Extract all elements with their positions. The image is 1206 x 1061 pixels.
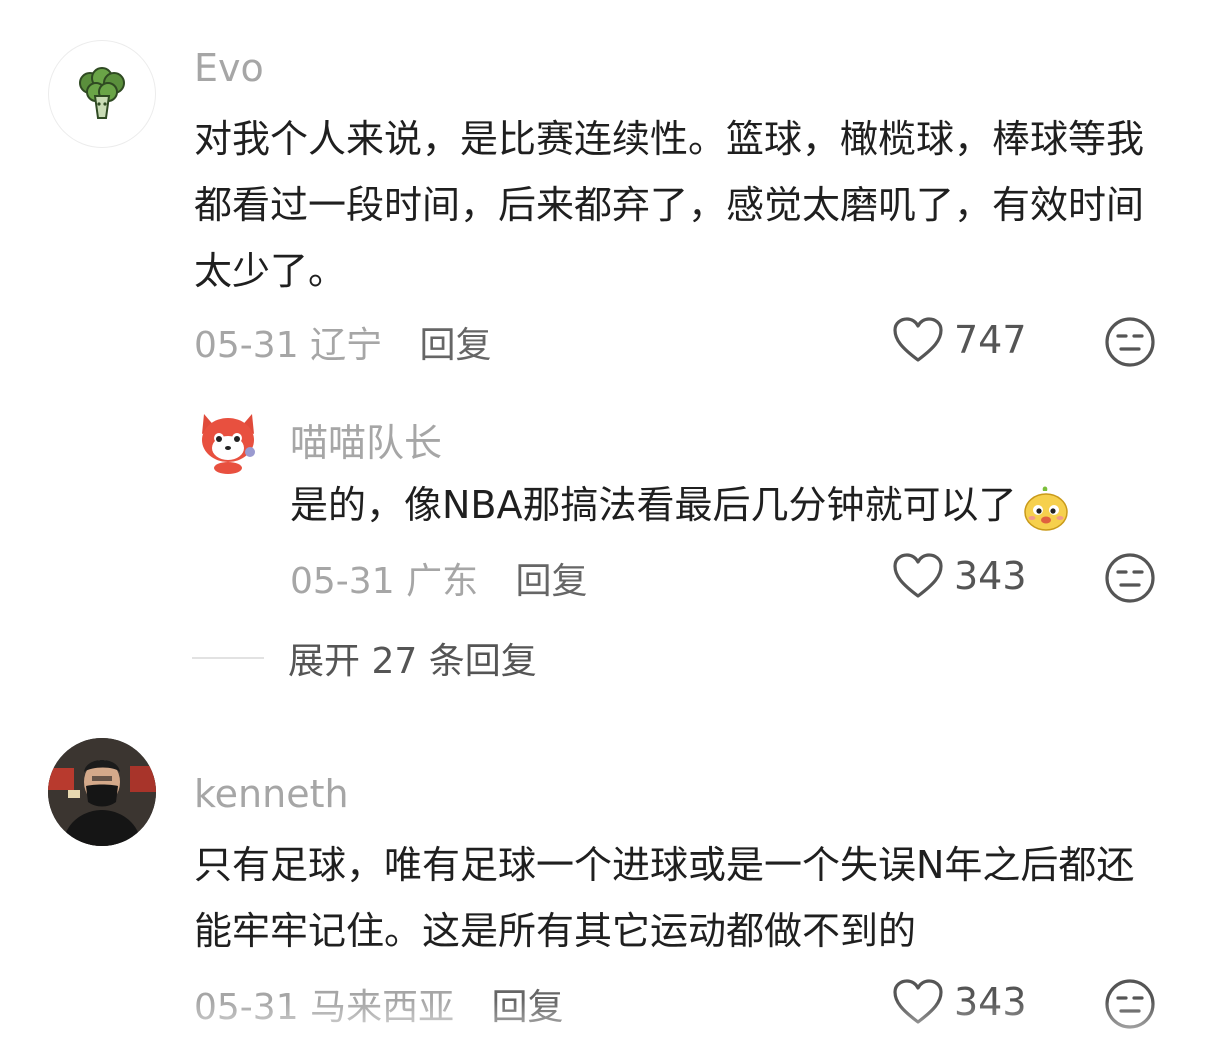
profile-photo-icon bbox=[48, 738, 156, 846]
username[interactable]: kenneth bbox=[194, 772, 349, 816]
broccoli-icon bbox=[79, 67, 125, 119]
reply-button[interactable]: 回复 bbox=[516, 561, 588, 602]
avatar[interactable] bbox=[192, 404, 264, 476]
username[interactable]: 喵喵队长 bbox=[290, 412, 442, 467]
divider bbox=[192, 657, 264, 659]
comment-text: 是的，像NBA那搞法看最后几分钟就可以了 bbox=[290, 472, 1170, 538]
avatar[interactable] bbox=[48, 738, 156, 846]
dislike-button[interactable] bbox=[1104, 316, 1156, 372]
username[interactable]: Evo bbox=[194, 46, 264, 90]
comment-date: 05-31 bbox=[290, 561, 395, 602]
expand-replies-label: 展开 27 条回复 bbox=[288, 641, 537, 682]
red-panda-icon bbox=[202, 414, 255, 474]
avatar[interactable] bbox=[48, 40, 156, 148]
unamused-face-icon bbox=[1105, 553, 1155, 603]
like-count: 343 bbox=[954, 554, 1027, 598]
comment-date: 05-31 bbox=[194, 325, 299, 366]
like-count: 747 bbox=[954, 318, 1027, 362]
comment-meta: 05-31 广东 回复 bbox=[290, 552, 588, 604]
dislike-button[interactable] bbox=[1104, 552, 1156, 608]
comment-text-body: 是的，像NBA那搞法看最后几分钟就可以了 bbox=[290, 483, 1017, 527]
like-button[interactable]: 747 bbox=[892, 316, 1027, 364]
chick-emoji-icon bbox=[1023, 486, 1068, 531]
like-button[interactable]: 343 bbox=[892, 552, 1027, 600]
expand-replies-button[interactable]: 展开 27 条回复 bbox=[192, 632, 537, 684]
comment-location: 辽宁 bbox=[310, 325, 383, 366]
comment-text: 对我个人来说，是比赛连续性。篮球，橄榄球，棒球等我都看过一段时间，后来都弃了，感… bbox=[194, 117, 1145, 293]
reply-button[interactable]: 回复 bbox=[420, 325, 492, 366]
comment-meta: 05-31 辽宁 回复 bbox=[194, 316, 492, 368]
heart-icon bbox=[893, 317, 943, 362]
comment-location: 广东 bbox=[406, 561, 479, 602]
bottom-fade bbox=[0, 1000, 1206, 1061]
unamused-face-icon bbox=[1105, 317, 1155, 367]
heart-icon bbox=[893, 553, 943, 598]
comment-text: 只有足球，唯有足球一个进球或是一个失误N年之后都还能牢牢记住。这是所有其它运动都… bbox=[194, 843, 1135, 953]
